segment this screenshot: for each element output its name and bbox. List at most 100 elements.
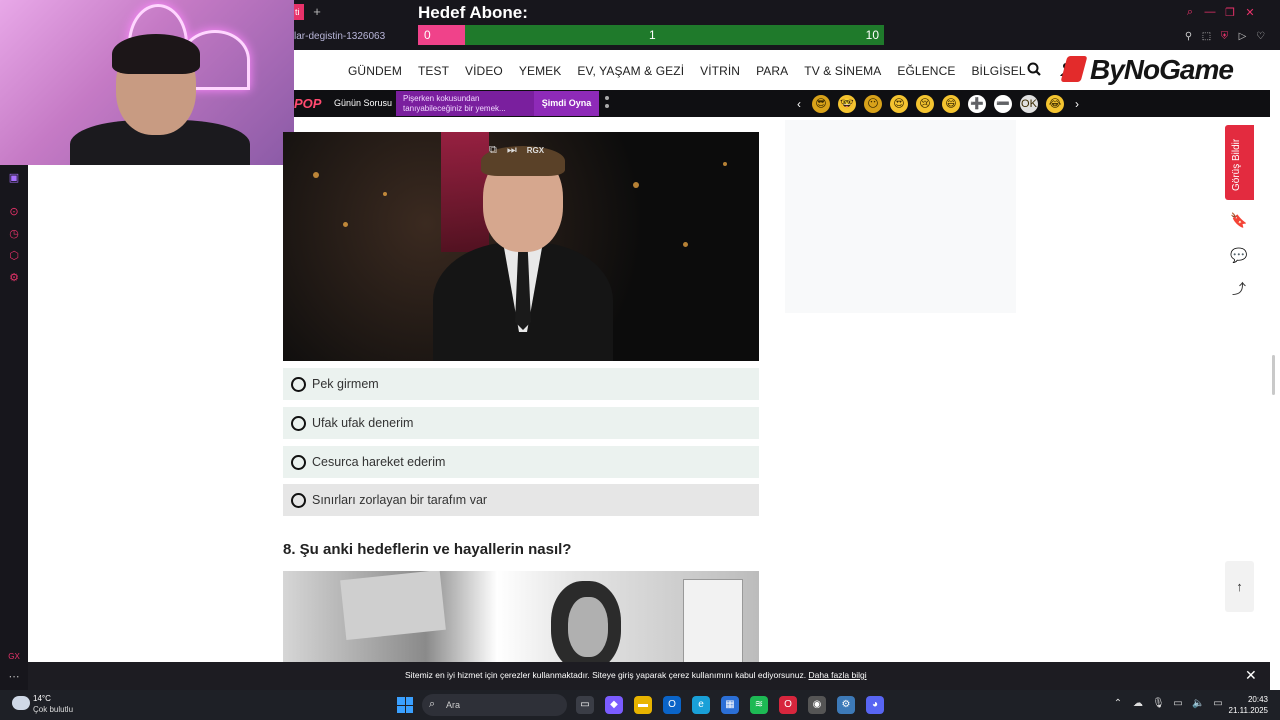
skip-icon[interactable]: ⏭ [507,144,517,157]
emoji-reaction-icon[interactable]: ➕ [968,95,986,113]
daily-question-text[interactable]: Pişerken kokusundan tanıyabileceğiniz bi… [396,91,534,116]
question-title: 8. Şu anki hedeflerin ve hayallerin nası… [283,541,572,558]
nav-item[interactable]: EĞLENCE [897,64,955,78]
player-icon[interactable]: ⊙ [7,205,21,219]
volume-icon[interactable]: 🔈 [1192,698,1204,709]
feedback-label: Görüş Bildir [1231,138,1242,191]
clock[interactable]: 20:43 21.11.2025 [1228,694,1268,716]
emoji-reaction-icon[interactable]: 😂 [1046,95,1064,113]
quiz-option-label: Pek girmem [312,377,379,391]
settings-icon[interactable]: ⚙ [7,271,21,285]
scroll-to-top-button[interactable]: ↑ [1225,561,1254,612]
weather-description[interactable]: Çok bulutlu [33,705,73,714]
microphone-icon[interactable]: 🎙 [1152,698,1165,709]
close-icon[interactable]: ✕ [1245,667,1257,684]
search-icon[interactable]: ⌕ [1184,6,1196,19]
window-controls: ⌕ — ❐ ✕ [1184,6,1256,19]
task-view-icon[interactable]: ▭ [576,696,594,714]
emoji-reaction-icon[interactable]: 😄 [942,95,960,113]
emoji-reaction-icon[interactable]: 😢 [916,95,934,113]
browser-tab[interactable]: ti [294,4,304,20]
search-icon[interactable] [1027,62,1041,76]
nav-item[interactable]: TEST [418,64,449,78]
obs-icon[interactable]: ◉ [808,696,826,714]
play-icon[interactable]: ▷ [1237,31,1248,42]
emoji-reaction-icon[interactable]: 🤓 [838,95,856,113]
close-icon[interactable]: ✕ [1244,6,1256,19]
battery-icon[interactable]: ▭ [1212,698,1224,709]
weather-icon[interactable] [12,696,30,710]
network-icon[interactable]: ▭ [1172,698,1184,709]
nav-item[interactable]: BİLGİSEL [971,64,1025,78]
start-button[interactable] [397,697,413,713]
promo-brand[interactable]: POP [294,96,321,111]
gx-icon[interactable]: GX [7,650,21,664]
spotify-icon[interactable]: ≋ [750,696,768,714]
quiz-option-label: Cesurca hareket ederim [312,455,446,469]
discord-icon[interactable]: ◕ [866,696,884,714]
clock-date: 21.11.2025 [1228,706,1268,715]
minimize-icon[interactable]: — [1204,6,1216,19]
nav-item[interactable]: VİDEO [465,64,503,78]
nav-item[interactable]: EV, YAŞAM & GEZİ [577,64,684,78]
history-icon[interactable]: ◷ [7,227,21,241]
more-icon[interactable]: ⋯ [7,670,21,684]
quiz-option[interactable]: Ufak ufak denerim [283,407,759,439]
carousel-dots[interactable] [605,96,609,112]
radio-icon[interactable] [291,415,306,431]
taskbar-search[interactable]: ⌕ Ara [422,694,567,716]
promo-strip: POP Günün Sorusu Pişerken kokusundan tan… [294,90,1270,117]
rgx-button[interactable]: RGX [527,146,544,155]
snapshot-icon[interactable]: ⬚ [1201,31,1212,42]
site-logo[interactable]: ByNoGame [1090,54,1234,86]
radio-icon[interactable] [291,454,306,470]
quiz-option[interactable]: Sınırları zorlayan bir tarafım var [283,484,759,516]
address-bar-url[interactable]: lar-degistin-1326063 [294,31,385,42]
cookie-banner: Sitemiz en iyi hizmet için çerezler kull… [28,662,1270,690]
comments-icon[interactable]: 💬 [1230,246,1248,264]
play-now-button[interactable]: Şimdi Oyna [534,91,599,116]
new-tab-button[interactable]: + [310,4,324,20]
cookie-more-info-link[interactable]: Daha fazla bilgi [808,670,866,680]
twitch-icon[interactable]: ▣ [7,171,21,185]
quiz-option[interactable]: Pek girmem [283,368,759,400]
chevron-right-icon[interactable]: › [1072,97,1082,111]
emoji-reaction-icon[interactable]: OK [1020,95,1038,113]
emoji-reaction-icon[interactable]: 😎 [812,95,830,113]
nav-item[interactable]: TV & SİNEMA [804,64,881,78]
extensions-icon[interactable]: ⬡ [7,249,21,263]
radio-icon[interactable] [291,492,306,508]
shield-icon[interactable]: ⛨ [1219,31,1230,42]
chevron-up-icon[interactable]: ⌃ [1112,698,1124,709]
copilot-icon[interactable]: ◆ [605,696,623,714]
restore-icon[interactable]: ❐ [1224,6,1236,19]
share-icon[interactable]: ⤴ [1230,280,1248,298]
weather-temperature[interactable]: 14°C [33,694,51,703]
nav-item[interactable]: GÜNDEM [348,64,402,78]
scrollbar-thumb[interactable] [1272,355,1275,395]
address-bar-icons: ⚲ ⬚ ⛨ ▷ ♡ [1183,31,1266,42]
opera-gx-icon[interactable]: O [779,696,797,714]
tool-icon[interactable]: ⚙ [837,696,855,714]
emoji-reaction-icon[interactable]: 😍 [890,95,908,113]
file-explorer-icon[interactable]: ▬ [634,696,652,714]
nav-item[interactable]: YEMEK [519,64,562,78]
nav-item[interactable]: VİTRİN [700,64,740,78]
gif-controls: ⧉ ⏭ RGX [489,144,544,157]
heart-icon[interactable]: ♡ [1255,31,1266,42]
goal-current-value: 0 [424,28,431,42]
edge-icon[interactable]: e [692,696,710,714]
radio-icon[interactable] [291,376,306,392]
quiz-option[interactable]: Cesurca hareket ederim [283,446,759,478]
feedback-button[interactable]: Görüş Bildir [1225,125,1254,200]
popout-icon[interactable]: ⧉ [489,144,497,157]
onedrive-icon[interactable]: ☁ [1132,698,1144,709]
bookmark-icon[interactable]: 🔖 [1230,211,1248,229]
store-icon[interactable]: ▦ [721,696,739,714]
emoji-reaction-icon[interactable]: ➖ [994,95,1012,113]
emoji-reaction-icon[interactable]: 😶 [864,95,882,113]
chevron-left-icon[interactable]: ‹ [794,97,804,111]
nav-item[interactable]: PARA [756,64,788,78]
pin-icon[interactable]: ⚲ [1183,31,1194,42]
outlook-icon[interactable]: O [663,696,681,714]
